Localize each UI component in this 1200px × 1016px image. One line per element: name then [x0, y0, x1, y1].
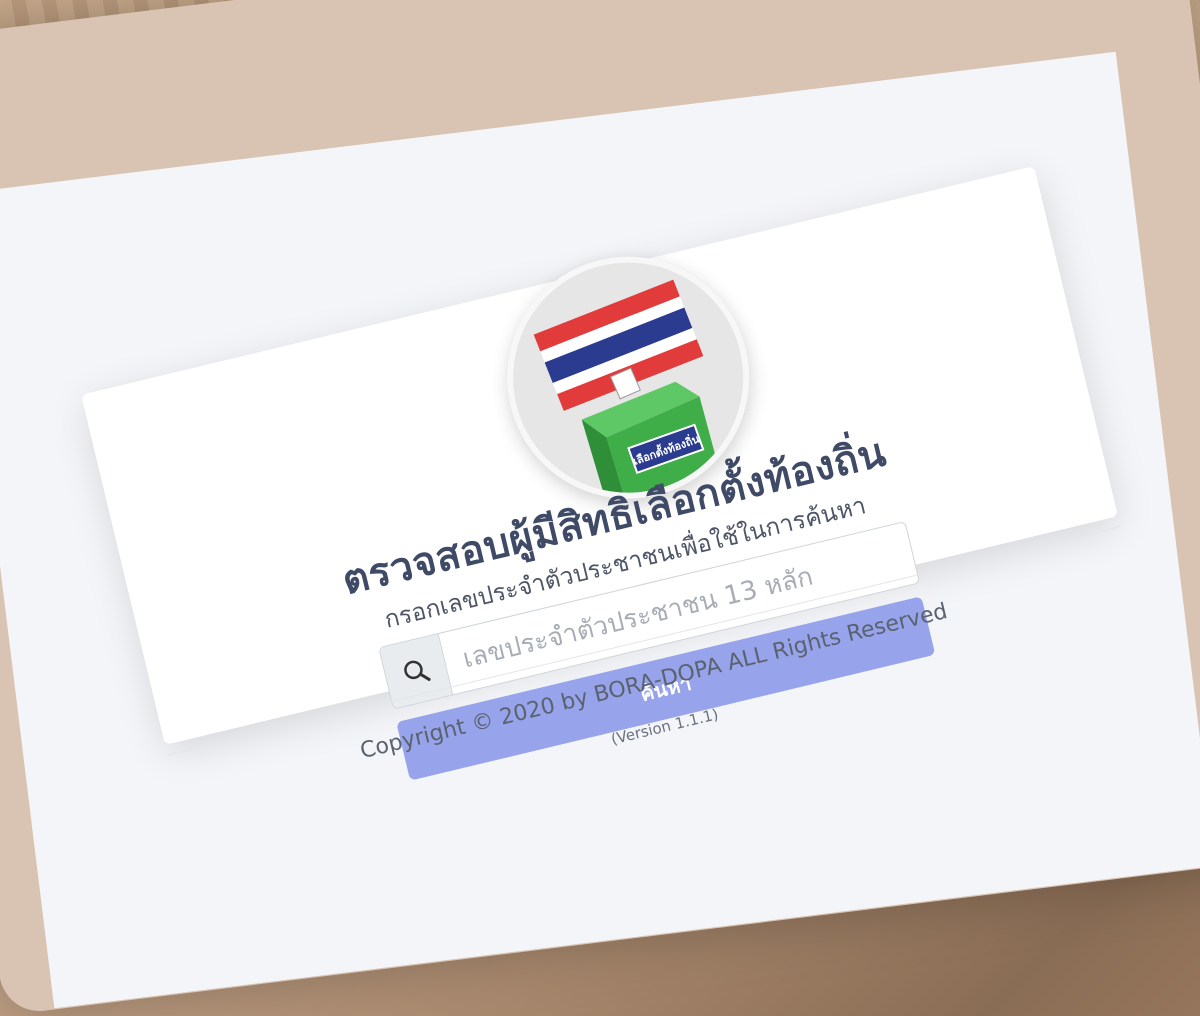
app-stage: เลือกตั้งท้องถิ่น ตรวจสอบผู้มีสิทธิเลือก…: [0, 52, 1200, 1008]
search-icon: [404, 660, 431, 681]
laptop-screen: เลือกตั้งท้องถิ่น ตรวจสอบผู้มีสิทธิเลือก…: [0, 51, 1200, 1009]
